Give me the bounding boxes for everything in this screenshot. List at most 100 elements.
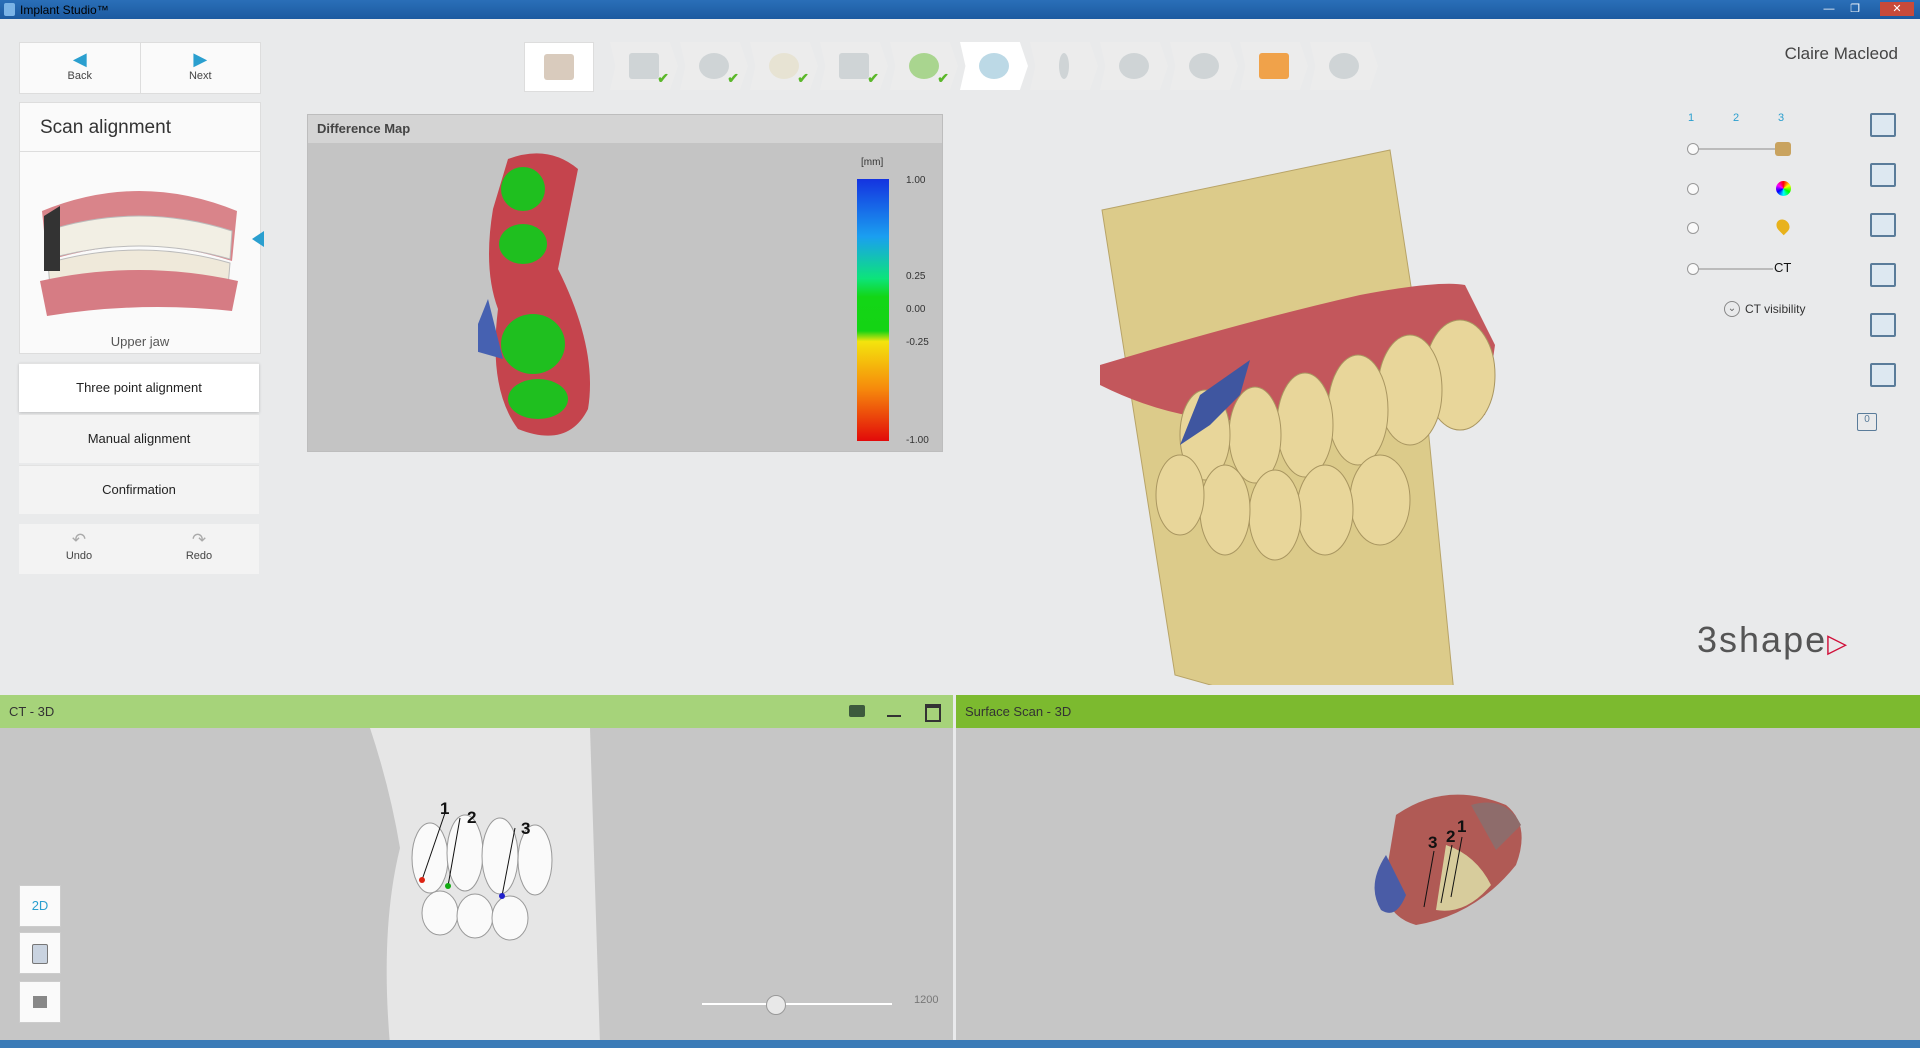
layer-number[interactable]: 3 [1778, 112, 1784, 124]
ct-opacity-slider[interactable] [1693, 268, 1773, 270]
ct-3d-pane: CT - 3D 1 2 3 2D [0, 695, 953, 1045]
surface-model-icon [1775, 142, 1791, 156]
2d-toggle-button[interactable]: 2D [19, 885, 61, 927]
maximize-pane-icon[interactable] [925, 704, 941, 722]
slider-handle[interactable] [1687, 263, 1699, 275]
scale-tick: 0.25 [906, 271, 926, 282]
scan-alignment-button[interactable] [960, 42, 1028, 90]
os-taskbar [0, 1040, 1920, 1048]
redo-icon: ↷ [191, 530, 207, 549]
brand-logo: 3shape▷ [1697, 619, 1849, 661]
marker-pin-icon [1773, 216, 1793, 236]
color-map-radio[interactable] [1687, 183, 1699, 195]
check-icon: ✔ [797, 70, 809, 86]
difference-map-title: Difference Map [308, 115, 942, 143]
surface-point-label: 1 [1457, 817, 1467, 836]
jaw-label: Upper jaw [110, 334, 170, 349]
slider-handle[interactable] [1687, 143, 1699, 155]
view-reset-button[interactable]: 0 [1857, 413, 1877, 431]
ct-point-label: 3 [521, 819, 531, 838]
redo-button[interactable]: ↷ Redo [139, 524, 259, 574]
close-button[interactable]: ✕ [1880, 2, 1914, 16]
undo-button[interactable]: ↶ Undo [19, 524, 139, 574]
surface-point-label: 2 [1446, 827, 1456, 846]
threshold-slider[interactable] [702, 1003, 892, 1005]
export-disc-icon [1329, 53, 1359, 79]
patient-photo-icon [544, 54, 574, 80]
scan-alignment-icon [979, 53, 1009, 79]
lock-button[interactable] [19, 981, 61, 1023]
ct-pane-header: CT - 3D [0, 695, 953, 728]
surface-pane-title: Surface Scan - 3D [965, 704, 1072, 719]
implant-icon [1059, 53, 1069, 79]
surface-scan-pane: Surface Scan - 3D 3 2 1 [956, 695, 1920, 1045]
layer-number[interactable]: 2 [1733, 112, 1739, 124]
view-bottom-icon[interactable] [1870, 363, 1896, 387]
jaw-curve-button[interactable]: ✔ [890, 42, 958, 90]
check-icon: ✔ [937, 70, 949, 86]
maximize-button[interactable]: ❐ [1844, 2, 1866, 16]
surface-scan-view[interactable] [1356, 785, 1556, 945]
surface-opacity-slider[interactable] [1693, 148, 1783, 150]
ct-visibility-toggle[interactable]: CT visibility [1745, 302, 1805, 316]
ct-import-button[interactable]: ✔ [820, 42, 888, 90]
surface-point-label: 3 [1428, 833, 1438, 852]
difference-map-panel: Difference Map [mm] 1.00 0.25 0.00 -0.25… [307, 114, 943, 452]
scan-alignment-card: Scan alignment Upper jaw [19, 102, 264, 354]
scale-tick: 1.00 [906, 175, 926, 186]
ct-3d-view[interactable] [360, 728, 610, 1045]
scan-import-button[interactable]: ✔ [680, 42, 748, 90]
chevron-down-icon[interactable]: ⌄ [1724, 301, 1740, 317]
view-right-icon[interactable] [1870, 263, 1896, 287]
scale-tick: 0.00 [906, 304, 926, 315]
tooth-button[interactable]: ✔ [750, 42, 818, 90]
threshold-slider-handle[interactable] [766, 995, 786, 1015]
sleeve-button[interactable] [1100, 42, 1168, 90]
minimize-pane-icon[interactable] [887, 715, 901, 717]
unlock-icon [33, 996, 47, 1008]
implant-button[interactable] [1030, 42, 1098, 90]
step-manual-alignment[interactable]: Manual alignment [19, 414, 259, 463]
ct-pane-title: CT - 3D [9, 704, 55, 719]
window-title: Implant Studio™ [20, 3, 109, 17]
brand-logo-text: 3shape [1697, 619, 1828, 660]
brand-triangle-icon: ▷ [1827, 628, 1850, 658]
workflow-toolbar: ✔ ✔ ✔ ✔ ✔ [524, 42, 1380, 92]
delete-points-button[interactable] [19, 932, 61, 974]
redo-label: Redo [185, 550, 213, 562]
jaw-model-icon[interactable] [32, 171, 247, 321]
main-3d-view[interactable] [1100, 145, 1600, 685]
camera-icon[interactable] [849, 705, 865, 717]
color-wheel-icon [1776, 181, 1791, 196]
back-button[interactable]: ◀ Back [20, 43, 141, 93]
minimize-button[interactable]: — [1818, 2, 1840, 16]
point-marker-radio[interactable] [1687, 222, 1699, 234]
collaboration-button[interactable] [1240, 42, 1308, 90]
next-label: Next [188, 70, 212, 82]
undo-label: Undo [65, 550, 93, 562]
check-icon: ✔ [727, 70, 739, 86]
patient-card-button[interactable]: ✔ [610, 42, 678, 90]
step-confirmation[interactable]: Confirmation [19, 465, 259, 514]
next-arrow-icon: ▶ [193, 49, 208, 69]
sleeve-icon [1119, 53, 1149, 79]
tooth-icon [769, 53, 799, 79]
patient-photo-button[interactable] [524, 42, 594, 92]
collaboration-icon [1259, 53, 1289, 79]
next-button[interactable]: ▶ Next [141, 43, 261, 93]
threshold-value: 1200 [914, 994, 939, 1006]
check-icon: ✔ [867, 70, 879, 86]
view-top-icon[interactable] [1870, 313, 1896, 337]
export-disc-button[interactable] [1310, 42, 1378, 90]
difference-map-view[interactable] [478, 149, 638, 449]
surface-pane-header: Surface Scan - 3D [956, 695, 1920, 728]
trash-icon [32, 943, 48, 964]
view-left-icon[interactable] [1870, 213, 1896, 237]
layer-number[interactable]: 1 [1688, 112, 1694, 124]
guide-tool-button[interactable] [1170, 42, 1238, 90]
view-back-icon[interactable] [1870, 163, 1896, 187]
step-three-point-alignment[interactable]: Three point alignment [19, 363, 259, 412]
jaw-selector-arrow-icon[interactable] [252, 231, 264, 247]
view-front-icon[interactable] [1870, 113, 1896, 137]
ct-label: CT [1774, 260, 1792, 275]
